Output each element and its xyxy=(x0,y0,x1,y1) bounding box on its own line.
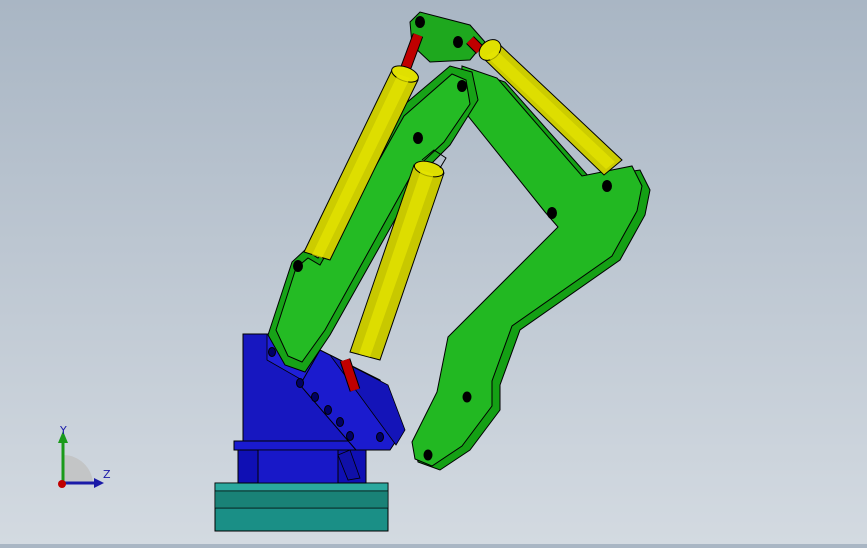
base-plate[interactable] xyxy=(214,482,389,532)
x-axis-arrow-icon xyxy=(58,480,66,488)
orientation-triad xyxy=(58,431,104,488)
model-canvas[interactable] xyxy=(0,0,867,544)
triad-z-label: Z xyxy=(103,468,111,481)
triad-plane-icon xyxy=(63,454,93,483)
triad-y-label: Y xyxy=(60,424,67,437)
graphics-viewport[interactable]: Y Z xyxy=(0,0,867,544)
